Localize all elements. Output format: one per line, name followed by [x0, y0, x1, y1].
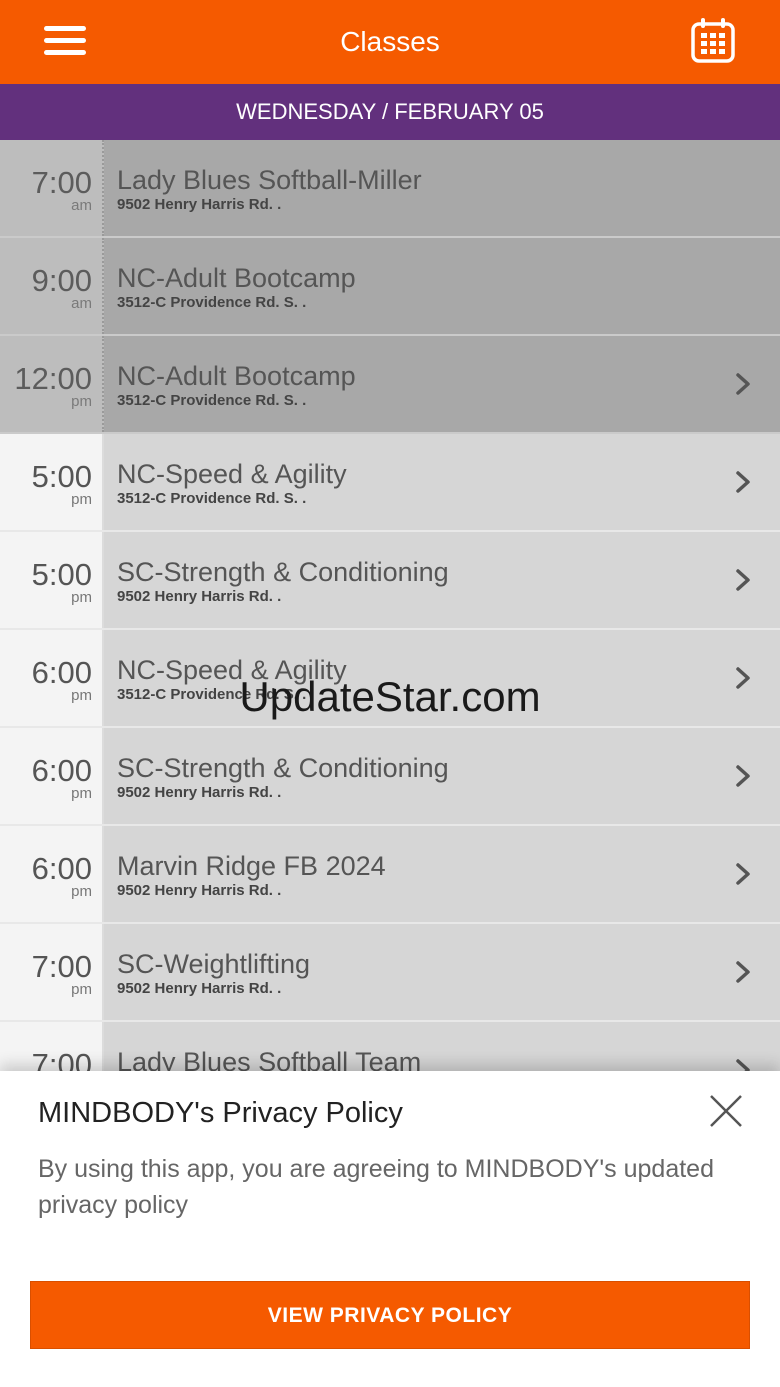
class-info-cell: Lady Blues Softball Team9502 Henry Harri… [104, 1022, 780, 1071]
chevron-right-icon[interactable] [734, 470, 752, 494]
class-name: NC-Speed & Agility [117, 459, 347, 489]
class-time-cell: 9:00 am [0, 238, 104, 334]
class-row[interactable]: 9:00 am NC-Adult Bootcamp 3512-C Providence… [0, 238, 780, 336]
class-time: 5:00 [31, 557, 92, 592]
class-location: 9502 Henry Harris Rd. . [117, 196, 282, 213]
class-time: 6:00 [31, 851, 92, 886]
class-ampm: pm [71, 883, 92, 900]
class-row[interactable]: 7:00 pm SC-Weightlifting 9502 Henry Harris … [0, 924, 780, 1022]
class-ampm: pm [71, 393, 92, 410]
class-location: 9502 Henry Harris Rd. . [117, 882, 282, 899]
class-ampm: pm [71, 491, 92, 508]
class-location: 9502 Henry Harris Rd. . [117, 980, 282, 997]
class-name: Lady Blues Softball Team [117, 1047, 422, 1071]
class-info-cell: NC-Speed & Agility 3512-C Providence Rd. … [104, 630, 780, 726]
class-name: Lady Blues Softball-Miller [117, 165, 422, 195]
date-header[interactable]: WEDNESDAY / FEBRUARY 05 [0, 84, 780, 140]
class-name: SC-Strength & Conditioning [117, 753, 449, 783]
class-time: 12:00 [14, 361, 92, 396]
class-time: 7:00 [31, 949, 92, 984]
class-row[interactable]: 7:00 am Lady Blues Softball-Miller 9502 Hen… [0, 140, 780, 238]
page-title: Classes [340, 26, 440, 57]
class-location: 3512-C Providence Rd. S. . [117, 294, 307, 311]
chevron-right-icon[interactable] [734, 372, 752, 396]
class-time: 7:00 [31, 165, 92, 200]
view-privacy-policy-button[interactable]: VIEW PRIVACY POLICY [30, 1281, 750, 1349]
class-info-cell: SC-Strength & Conditioning 9502 Henry Har… [104, 532, 780, 628]
class-time: 9:00 [31, 263, 92, 298]
class-time-cell: 5:00 pm [0, 532, 104, 628]
calendar-icon[interactable] [690, 16, 736, 64]
close-icon[interactable] [708, 1093, 744, 1129]
privacy-sheet-title: MINDBODY's Privacy Policy [38, 1097, 403, 1129]
chevron-right-icon[interactable] [734, 764, 752, 788]
class-time-cell: 7:00 am [0, 140, 104, 236]
privacy-policy-sheet: MINDBODY's Privacy Policy By using this … [0, 1071, 780, 1387]
chevron-right-icon[interactable] [734, 862, 752, 886]
app-header: Classes [0, 0, 780, 84]
class-info-cell: SC-Strength & Conditioning 9502 Henry Har… [104, 728, 780, 824]
class-time-cell: 6:00 pm [0, 826, 104, 922]
chevron-right-icon[interactable] [734, 666, 752, 690]
class-row[interactable]: 6:00 pm Marvin Ridge FB 2024 9502 Henry Har… [0, 826, 780, 924]
class-location: 3512-C Providence Rd. S. . [117, 392, 307, 409]
class-time-cell: 12:00 pm [0, 336, 104, 432]
class-ampm: pm [71, 589, 92, 606]
class-list[interactable]: 7:00 am Lady Blues Softball-Miller 9502 Hen… [0, 140, 780, 1071]
class-row[interactable]: 5:00 pm NC-Speed & Agility 3512-C Providenc… [0, 434, 780, 532]
class-time: 6:00 [31, 655, 92, 690]
class-time-cell: 7:00pm [0, 1022, 104, 1071]
class-info-cell: Lady Blues Softball-Miller 9502 Henry Har… [104, 140, 780, 236]
class-location: 3512-C Providence Rd. S. . [117, 490, 307, 507]
class-time: 5:00 [31, 459, 92, 494]
class-time-cell: 6:00 pm [0, 630, 104, 726]
class-name: NC-Adult Bootcamp [117, 361, 356, 391]
class-time-cell: 6:00 pm [0, 728, 104, 824]
class-info-cell: SC-Weightlifting 9502 Henry Harris Rd. . [104, 924, 780, 1020]
class-time-cell: 7:00pm [0, 924, 104, 1020]
class-location: 9502 Henry Harris Rd. . [117, 784, 282, 801]
chevron-right-icon[interactable] [734, 568, 752, 592]
class-row[interactable]: 12:00 pm NC-Adult Bootcamp 3512-C Providenc… [0, 336, 780, 434]
class-row[interactable]: 7:00pmLady Blues Softball Team9502 Henry… [0, 1022, 780, 1071]
class-row[interactable]: 5:00 pm SC-Strength & Conditioning 9502 Hen… [0, 532, 780, 630]
class-ampm: am [71, 295, 92, 312]
class-info-cell: NC-Adult Bootcamp 3512-C Providence Rd. S… [104, 336, 780, 432]
class-row[interactable]: 6:00 pm SC-Strength & Conditioning 9502 Hen… [0, 728, 780, 826]
class-info-cell: Marvin Ridge FB 2024 9502 Henry Harris Rd… [104, 826, 780, 922]
class-ampm: pm [71, 687, 92, 704]
class-ampm: pm [71, 981, 92, 998]
class-name: SC-Strength & Conditioning [117, 557, 449, 587]
class-name: NC-Speed & Agility [117, 655, 347, 685]
class-info-cell: NC-Adult Bootcamp 3512-C Providence Rd. S… [104, 238, 780, 334]
class-name: NC-Adult Bootcamp [117, 263, 356, 293]
class-row[interactable]: 6:00 pm NC-Speed & Agility 3512-C Providenc… [0, 630, 780, 728]
class-ampm: pm [71, 785, 92, 802]
chevron-right-icon[interactable] [734, 1058, 752, 1071]
class-ampm: am [71, 197, 92, 214]
class-time-cell: 5:00 pm [0, 434, 104, 530]
class-location: 3512-C Providence Rd. S. . [117, 686, 307, 703]
class-info-cell: NC-Speed & Agility 3512-C Providence Rd. … [104, 434, 780, 530]
class-time: 7:00 [31, 1047, 92, 1072]
class-name: SC-Weightlifting [117, 949, 311, 979]
chevron-right-icon[interactable] [734, 960, 752, 984]
privacy-sheet-body: By using this app, you are agreeing to M… [38, 1155, 714, 1219]
class-time: 6:00 [31, 753, 92, 788]
class-name: Marvin Ridge FB 2024 [117, 851, 386, 881]
class-location: 9502 Henry Harris Rd. . [117, 588, 282, 605]
